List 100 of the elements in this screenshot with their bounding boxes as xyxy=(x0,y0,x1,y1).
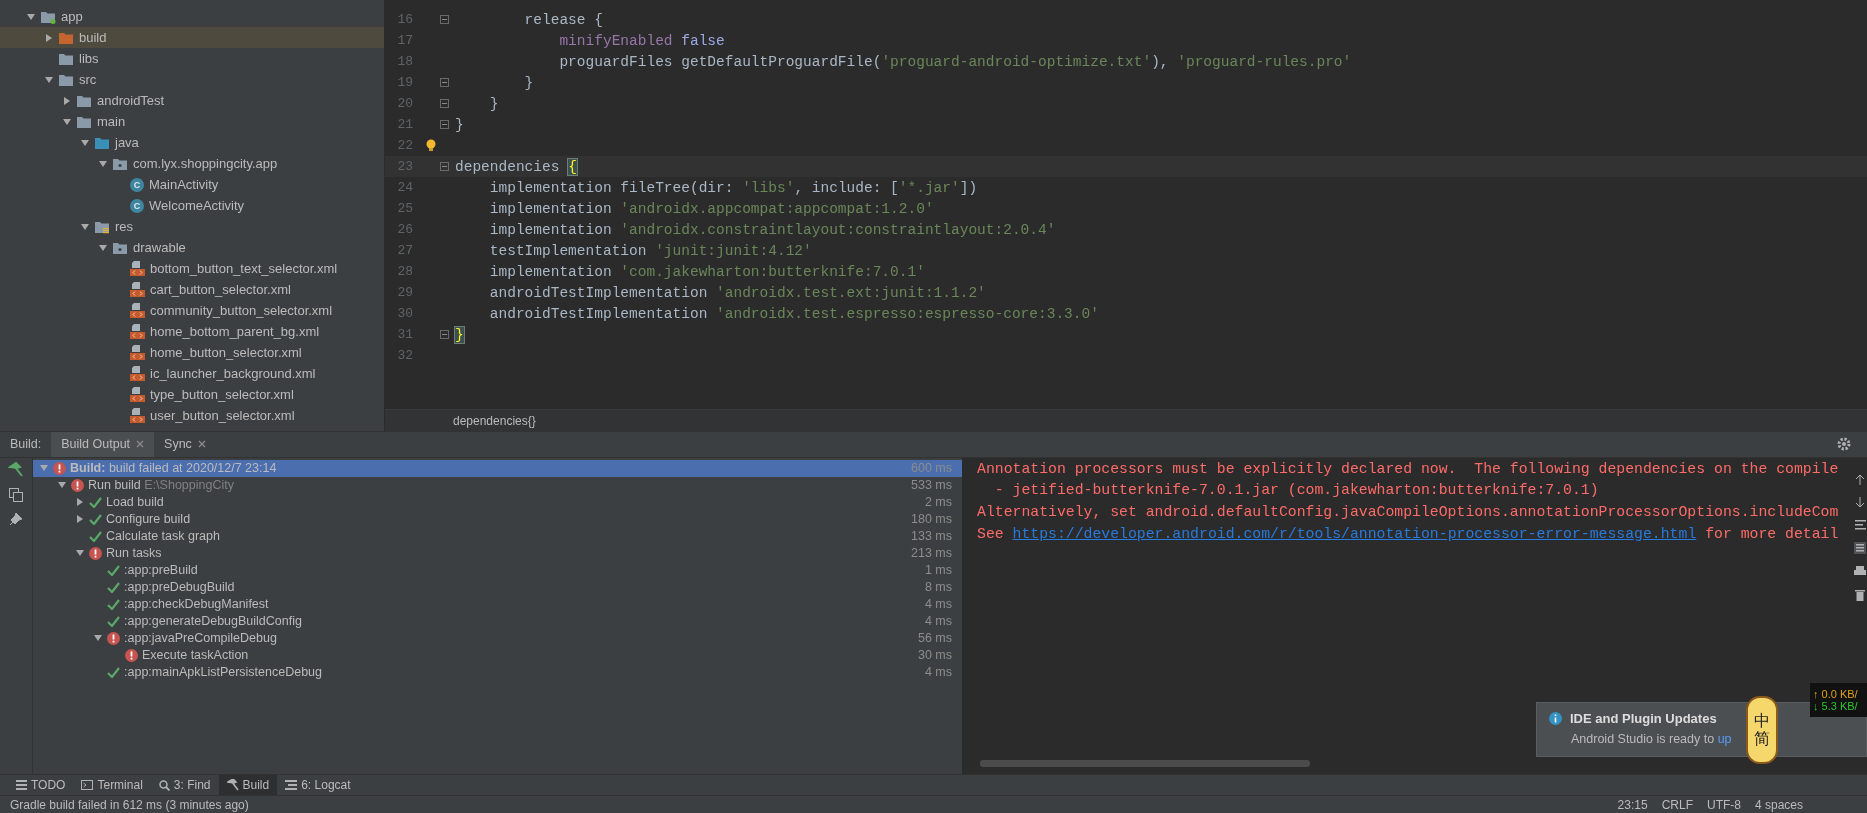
project-tree-item[interactable]: drawable xyxy=(0,237,384,258)
line-number: 31 xyxy=(396,327,413,342)
hammer-icon[interactable] xyxy=(8,461,24,478)
project-tree-item[interactable]: com.lyx.shoppingcity.app xyxy=(0,153,384,174)
project-tree-item[interactable]: C WelcomeActivity xyxy=(0,195,384,216)
project-tree-item[interactable]: src xyxy=(0,69,384,90)
code-text: implementation fileTree(dir: 'libs', include: ['*.jar']) xyxy=(488,179,978,196)
settings-icon[interactable] xyxy=(1837,437,1851,452)
build-tree-item[interactable]: :app:preDebugBuild 8 ms xyxy=(33,578,962,596)
project-tree-item[interactable]: ic_launcher_background.xml xyxy=(0,363,384,384)
line-number: 30 xyxy=(396,306,413,321)
tool-window-button[interactable]: Build xyxy=(218,775,278,796)
fold-icon[interactable] xyxy=(440,162,449,171)
panel-tab[interactable]: Build Output xyxy=(51,432,155,457)
build-tree-item[interactable]: Execute taskAction 30 ms xyxy=(33,646,962,664)
scroll-to-end-icon[interactable] xyxy=(1854,541,1866,554)
error-link[interactable]: https://developer.android.com/r/tools/annotation-processor-error-message.html xyxy=(1012,525,1697,542)
xml-file-icon xyxy=(130,282,145,297)
expanded-arrow-icon[interactable] xyxy=(62,116,72,127)
project-tree-item[interactable]: libs xyxy=(0,48,384,69)
expanded-arrow-icon[interactable] xyxy=(80,137,90,148)
project-tree-item[interactable]: java xyxy=(0,132,384,153)
collapsed-arrow-icon[interactable] xyxy=(75,497,85,508)
input-method-widget[interactable]: 中 简 xyxy=(1746,696,1778,764)
fold-icon[interactable] xyxy=(440,78,449,87)
build-step-text: Execute taskAction xyxy=(142,648,249,663)
tool-window-button[interactable]: TODO xyxy=(8,775,74,796)
project-tree-item[interactable]: app xyxy=(0,6,384,27)
project-tree-item[interactable]: bottom_button_text_selector.xml xyxy=(0,258,384,279)
breadcrumb[interactable]: dependencies{} xyxy=(453,413,536,428)
upload-speed: ↑ 0.0 KB/ xyxy=(1813,688,1859,700)
duration-text: 8 ms xyxy=(924,580,952,595)
copy-icon[interactable] xyxy=(9,487,23,502)
project-tree-item[interactable]: user_button_selector.xml xyxy=(0,405,384,426)
fold-icon[interactable] xyxy=(440,99,449,108)
project-tree-item[interactable]: home_button_selector.xml xyxy=(0,342,384,363)
project-tree-item[interactable]: home_bottom_parent_bg.xml xyxy=(0,321,384,342)
build-tree-item[interactable]: Run tasks 213 ms xyxy=(33,544,962,562)
tool-window-button[interactable]: 3: Find xyxy=(150,775,219,796)
project-tree-item[interactable]: build xyxy=(0,27,384,48)
list-icon xyxy=(16,780,27,791)
expanded-arrow-icon[interactable] xyxy=(26,11,36,22)
wrap-icon[interactable] xyxy=(1854,519,1866,530)
pin-icon[interactable] xyxy=(9,511,23,526)
close-icon[interactable] xyxy=(136,440,145,449)
expanded-arrow-icon[interactable] xyxy=(98,158,108,169)
code-text: proguardFiles getDefaultProguardFile('proguard-android-optimize.txt'), 'proguard-rules.pro' xyxy=(558,53,1352,70)
tool-window-button[interactable]: Terminal xyxy=(73,775,151,796)
scrollbar[interactable] xyxy=(980,760,1310,768)
project-tree-item[interactable]: res xyxy=(0,216,384,237)
panel-tab[interactable]: Sync xyxy=(154,432,216,457)
project-tree-item[interactable]: cart_button_selector.xml xyxy=(0,279,384,300)
project-tree-item[interactable]: type_button_selector.xml xyxy=(0,384,384,405)
build-tree-item[interactable]: Configure build 180 ms xyxy=(33,510,962,528)
project-tree-item[interactable]: C MainActivity xyxy=(0,174,384,195)
status-item[interactable]: UTF-8 xyxy=(1706,797,1741,812)
build-tree-item[interactable]: :app:generateDebugBuildConfig 4 ms xyxy=(33,612,962,630)
collapsed-arrow-icon[interactable] xyxy=(62,95,72,106)
trash-icon[interactable] xyxy=(1855,588,1865,601)
project-tree-item[interactable]: androidTest xyxy=(0,90,384,111)
fold-icon[interactable] xyxy=(440,15,449,24)
error-icon xyxy=(53,461,66,475)
tool-window-button[interactable]: 6: Logcat xyxy=(277,775,359,796)
status-item[interactable]: 23:15 xyxy=(1617,797,1648,812)
fold-icon[interactable] xyxy=(440,120,449,129)
resource-folder-icon xyxy=(94,219,110,234)
project-tree-item[interactable]: community_button_selector.xml xyxy=(0,300,384,321)
expanded-arrow-icon[interactable] xyxy=(98,242,108,253)
package-folder-icon xyxy=(112,240,128,255)
code-text: } xyxy=(455,326,464,343)
duration-text: 56 ms xyxy=(917,631,952,646)
duration-text: 4 ms xyxy=(924,614,952,629)
close-icon[interactable] xyxy=(197,440,206,449)
build-tree-item[interactable]: Run build E:\ShoppingCity 533 ms xyxy=(33,476,962,494)
folder-icon xyxy=(76,93,92,108)
folder-icon xyxy=(94,135,110,150)
build-step-text: :app:generateDebugBuildConfig xyxy=(124,614,302,629)
fold-icon[interactable] xyxy=(440,330,449,339)
update-link[interactable]: up xyxy=(1717,732,1732,746)
collapsed-arrow-icon[interactable] xyxy=(75,514,85,525)
line-number: 19 xyxy=(396,75,413,90)
build-tree-item[interactable]: Calculate task graph 133 ms xyxy=(33,527,962,545)
build-tree-item[interactable]: :app:mainApkListPersistenceDebug 4 ms xyxy=(33,663,962,681)
check-icon xyxy=(89,496,102,508)
print-icon[interactable] xyxy=(1854,565,1866,577)
status-item[interactable]: CRLF xyxy=(1661,797,1693,812)
check-icon xyxy=(107,564,120,576)
build-step-text: :app:preDebugBuild xyxy=(124,580,235,595)
build-tree-item[interactable]: :app:checkDebugManifest 4 ms xyxy=(33,595,962,613)
down-arrow-icon[interactable] xyxy=(1855,496,1865,508)
lightbulb-icon[interactable] xyxy=(426,139,436,152)
build-tree-item[interactable]: :app:javaPreCompileDebug 56 ms xyxy=(33,629,962,647)
build-tree-item[interactable]: :app:preBuild 1 ms xyxy=(33,561,962,579)
build-tree-item[interactable]: Load build 2 ms xyxy=(33,493,962,511)
collapsed-arrow-icon[interactable] xyxy=(44,32,54,43)
expanded-arrow-icon[interactable] xyxy=(44,74,54,85)
up-arrow-icon[interactable] xyxy=(1855,473,1865,485)
expanded-arrow-icon[interactable] xyxy=(80,221,90,232)
project-tree-item[interactable]: main xyxy=(0,111,384,132)
status-item[interactable]: 4 spaces xyxy=(1754,797,1803,812)
